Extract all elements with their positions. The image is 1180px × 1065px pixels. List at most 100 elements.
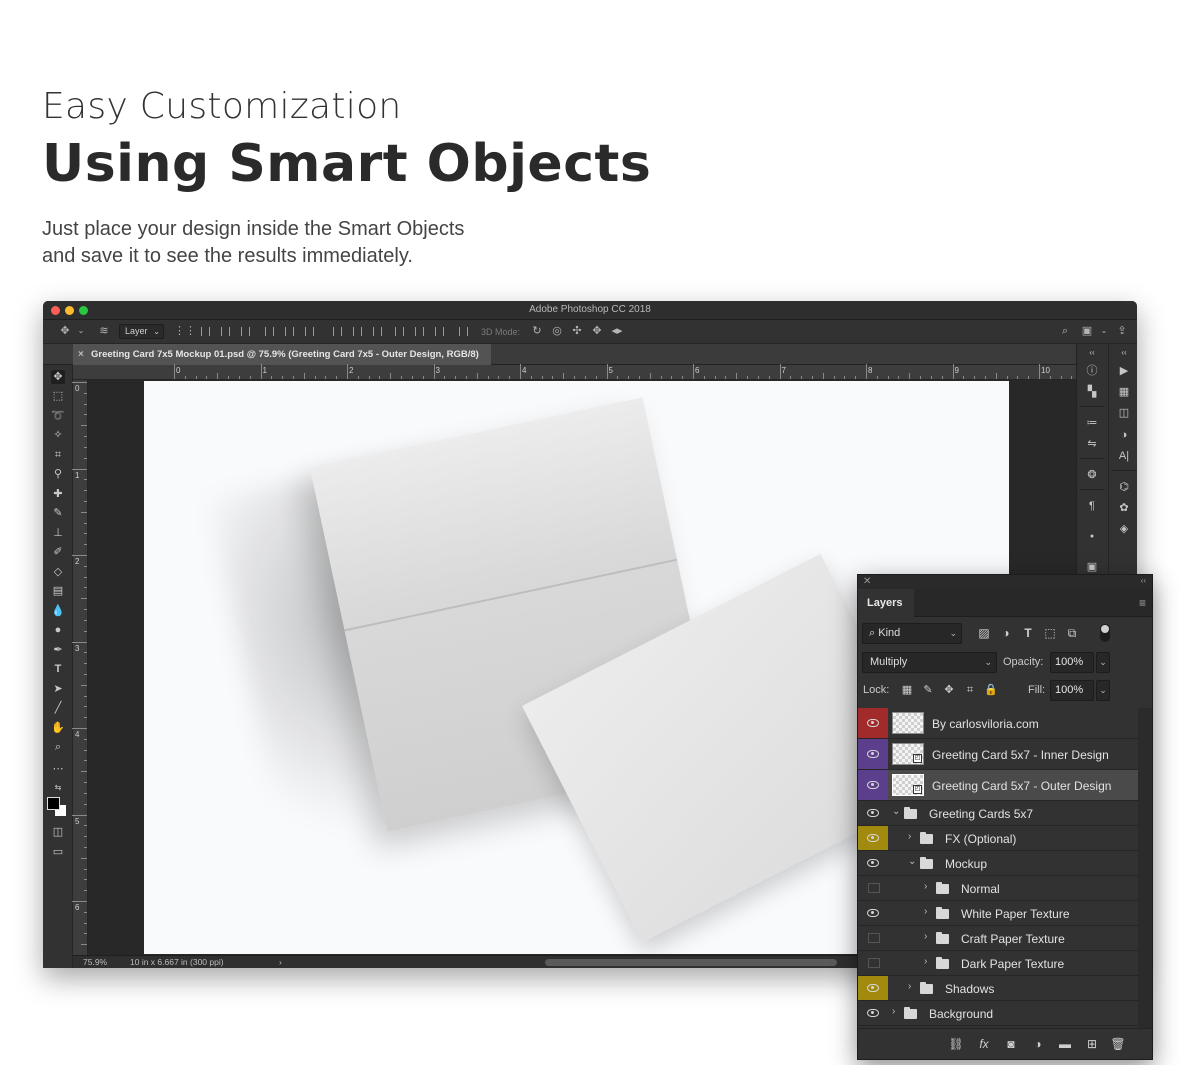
scale-3d-icon[interactable]: ◂▸ [611, 325, 623, 337]
opacity-slider-toggle[interactable]: ⌄ [1096, 652, 1110, 673]
workspace-icon[interactable]: ▣ [1081, 325, 1093, 337]
distribute-vertical-center-icon[interactable] [353, 327, 362, 336]
swap-colors-icon[interactable]: ⇆ [51, 781, 65, 795]
align-bottom-icon[interactable] [241, 327, 250, 336]
layer-group-row[interactable]: › Dark Paper Texture [858, 951, 1138, 976]
chevron-right-icon[interactable]: › [924, 906, 927, 917]
histogram-icon[interactable]: ▚ [1085, 385, 1099, 399]
align-right-icon[interactable] [305, 327, 314, 336]
path-selection-tool-icon[interactable]: ➤ [51, 682, 65, 696]
eyedropper-tool-icon[interactable]: ⚲ [51, 467, 65, 481]
close-icon[interactable]: ✕ [863, 576, 871, 587]
line-tool-icon[interactable]: ╱ [51, 701, 65, 715]
color-icon[interactable]: ◑ [1117, 428, 1131, 442]
adjustment-layer-icon[interactable]: ◑ [1030, 1037, 1046, 1051]
lock-transparent-pixels-icon[interactable]: ▦ [900, 682, 914, 698]
chevron-right-icon[interactable]: › [892, 1006, 895, 1017]
blur-tool-icon[interactable]: 💧 [51, 604, 65, 618]
zoom-tool-icon[interactable]: ⌕ [51, 740, 65, 754]
distribute-right-icon[interactable] [435, 327, 444, 336]
layer-group-row[interactable]: › Craft Paper Texture [858, 926, 1138, 951]
brush-presets-icon[interactable]: ≔ [1085, 416, 1099, 430]
layer-group-row[interactable]: › Normal [858, 876, 1138, 901]
auto-select-icon[interactable]: ≋ [98, 325, 110, 337]
distribute-bottom-icon[interactable] [373, 327, 382, 336]
layers-scrollbar[interactable] [1138, 708, 1152, 1028]
layer-row-selected[interactable]: ◰ Greeting Card 5x7 - Outer Design [858, 770, 1138, 801]
lock-image-pixels-icon[interactable]: ✎ [921, 682, 935, 698]
search-icon[interactable]: ⌕ [1059, 325, 1071, 337]
visibility-toggle[interactable] [858, 951, 888, 975]
visibility-toggle[interactable] [858, 876, 888, 900]
navigator-icon[interactable]: ▣ [1085, 560, 1099, 574]
actions-play-icon[interactable]: ▶ [1117, 364, 1131, 378]
collapse-dock-icon[interactable]: ‹‹ [1117, 346, 1131, 360]
workspace-chevron-icon[interactable]: ⌄ [1098, 325, 1110, 337]
screen-mode-icon[interactable]: ▭ [51, 845, 65, 859]
chevron-down-icon[interactable]: ⌄ [892, 806, 900, 817]
more-tools-icon[interactable]: ⋯ [51, 762, 65, 776]
auto-align-icon[interactable] [459, 327, 468, 336]
hand-tool-icon[interactable]: ✋ [51, 721, 65, 735]
move-tool-icon[interactable]: ✥ [59, 325, 71, 337]
dodge-tool-icon[interactable]: ● [51, 623, 65, 637]
align-top-icon[interactable] [201, 327, 210, 336]
distribute-top-icon[interactable] [333, 327, 342, 336]
filter-kind-dropdown[interactable]: ⌕ Kind ⌄ [862, 623, 962, 644]
chevron-right-icon[interactable]: › [924, 881, 927, 892]
visibility-toggle[interactable] [858, 851, 888, 875]
channels-icon[interactable]: ✿ [1117, 501, 1131, 515]
align-horizontal-center-icon[interactable] [285, 327, 294, 336]
move-tool-icon[interactable]: ✥ [51, 370, 65, 384]
distribute-left-icon[interactable] [395, 327, 404, 336]
delete-layer-icon[interactable]: 🗑 [1110, 1037, 1126, 1051]
paths-icon[interactable]: ⌬ [1117, 480, 1131, 494]
visibility-toggle[interactable] [858, 770, 888, 800]
lasso-tool-icon[interactable]: ➰ [51, 409, 65, 423]
clone-stamp-tool-icon[interactable]: ⊥ [51, 526, 65, 540]
share-icon[interactable]: ⇪ [1116, 325, 1128, 337]
fill-input[interactable]: 100% [1050, 680, 1094, 701]
crop-tool-icon[interactable]: ⌗ [51, 448, 65, 462]
filter-pixel-icon[interactable]: ▨ [976, 624, 992, 642]
slide-3d-icon[interactable]: ✥ [591, 325, 603, 337]
align-left-icon[interactable] [265, 327, 274, 336]
lock-artboard-icon[interactable]: ⌗ [963, 682, 977, 698]
collapse-panel-icon[interactable]: ‹‹ [1141, 576, 1146, 585]
visibility-toggle[interactable] [858, 801, 888, 825]
opacity-input[interactable]: 100% [1050, 652, 1094, 673]
new-group-icon[interactable]: ▬ [1057, 1037, 1073, 1051]
filter-shape-icon[interactable]: ⬚ [1042, 624, 1058, 642]
info-icon[interactable]: ⓘ [1085, 364, 1099, 378]
layer-group-row[interactable]: ⌄ Greeting Cards 5x7 [858, 801, 1138, 826]
blend-mode-dropdown[interactable]: Multiply ⌄ [862, 652, 997, 673]
eraser-tool-icon[interactable]: ◇ [51, 565, 65, 579]
vertical-ruler[interactable]: 0 1 2 3 4 5 6 [72, 380, 88, 968]
layer-group-row[interactable]: ⌄ Mockup [858, 851, 1138, 876]
fill-slider-toggle[interactable]: ⌄ [1096, 680, 1110, 701]
new-layer-icon[interactable]: ⊞ [1084, 1037, 1100, 1051]
visibility-toggle[interactable] [858, 901, 888, 925]
layer-group-row[interactable]: › White Paper Texture [858, 901, 1138, 926]
drag-3d-icon[interactable]: ✣ [571, 325, 583, 337]
collapse-dock-icon[interactable]: ‹‹ [1085, 346, 1099, 360]
filter-type-icon[interactable]: T [1020, 624, 1036, 642]
zoom-level[interactable]: 75.9% [83, 956, 107, 968]
orbit-3d-icon[interactable]: ↻ [531, 325, 543, 337]
chevron-right-icon[interactable]: › [924, 956, 927, 967]
adjustments-icon[interactable]: ⇋ [1085, 437, 1099, 451]
magic-wand-tool-icon[interactable]: ✧ [51, 428, 65, 442]
chevron-right-icon[interactable]: › [908, 981, 911, 992]
lock-all-icon[interactable]: 🔒 [984, 682, 998, 698]
panel-menu-icon[interactable]: ≡ [1139, 596, 1146, 610]
lock-position-icon[interactable]: ✥ [942, 682, 956, 698]
tab-layers[interactable]: Layers [858, 589, 914, 617]
chevron-right-icon[interactable]: › [924, 931, 927, 942]
brush-icon[interactable]: ● [1085, 530, 1099, 544]
properties-icon[interactable]: ◫ [1117, 406, 1131, 420]
add-mask-icon[interactable]: ◙ [1003, 1037, 1019, 1051]
foreground-color-swatch[interactable] [47, 797, 60, 810]
filter-adjustment-icon[interactable]: ◑ [998, 624, 1014, 642]
visibility-toggle[interactable] [858, 708, 888, 738]
visibility-toggle[interactable] [858, 826, 888, 850]
